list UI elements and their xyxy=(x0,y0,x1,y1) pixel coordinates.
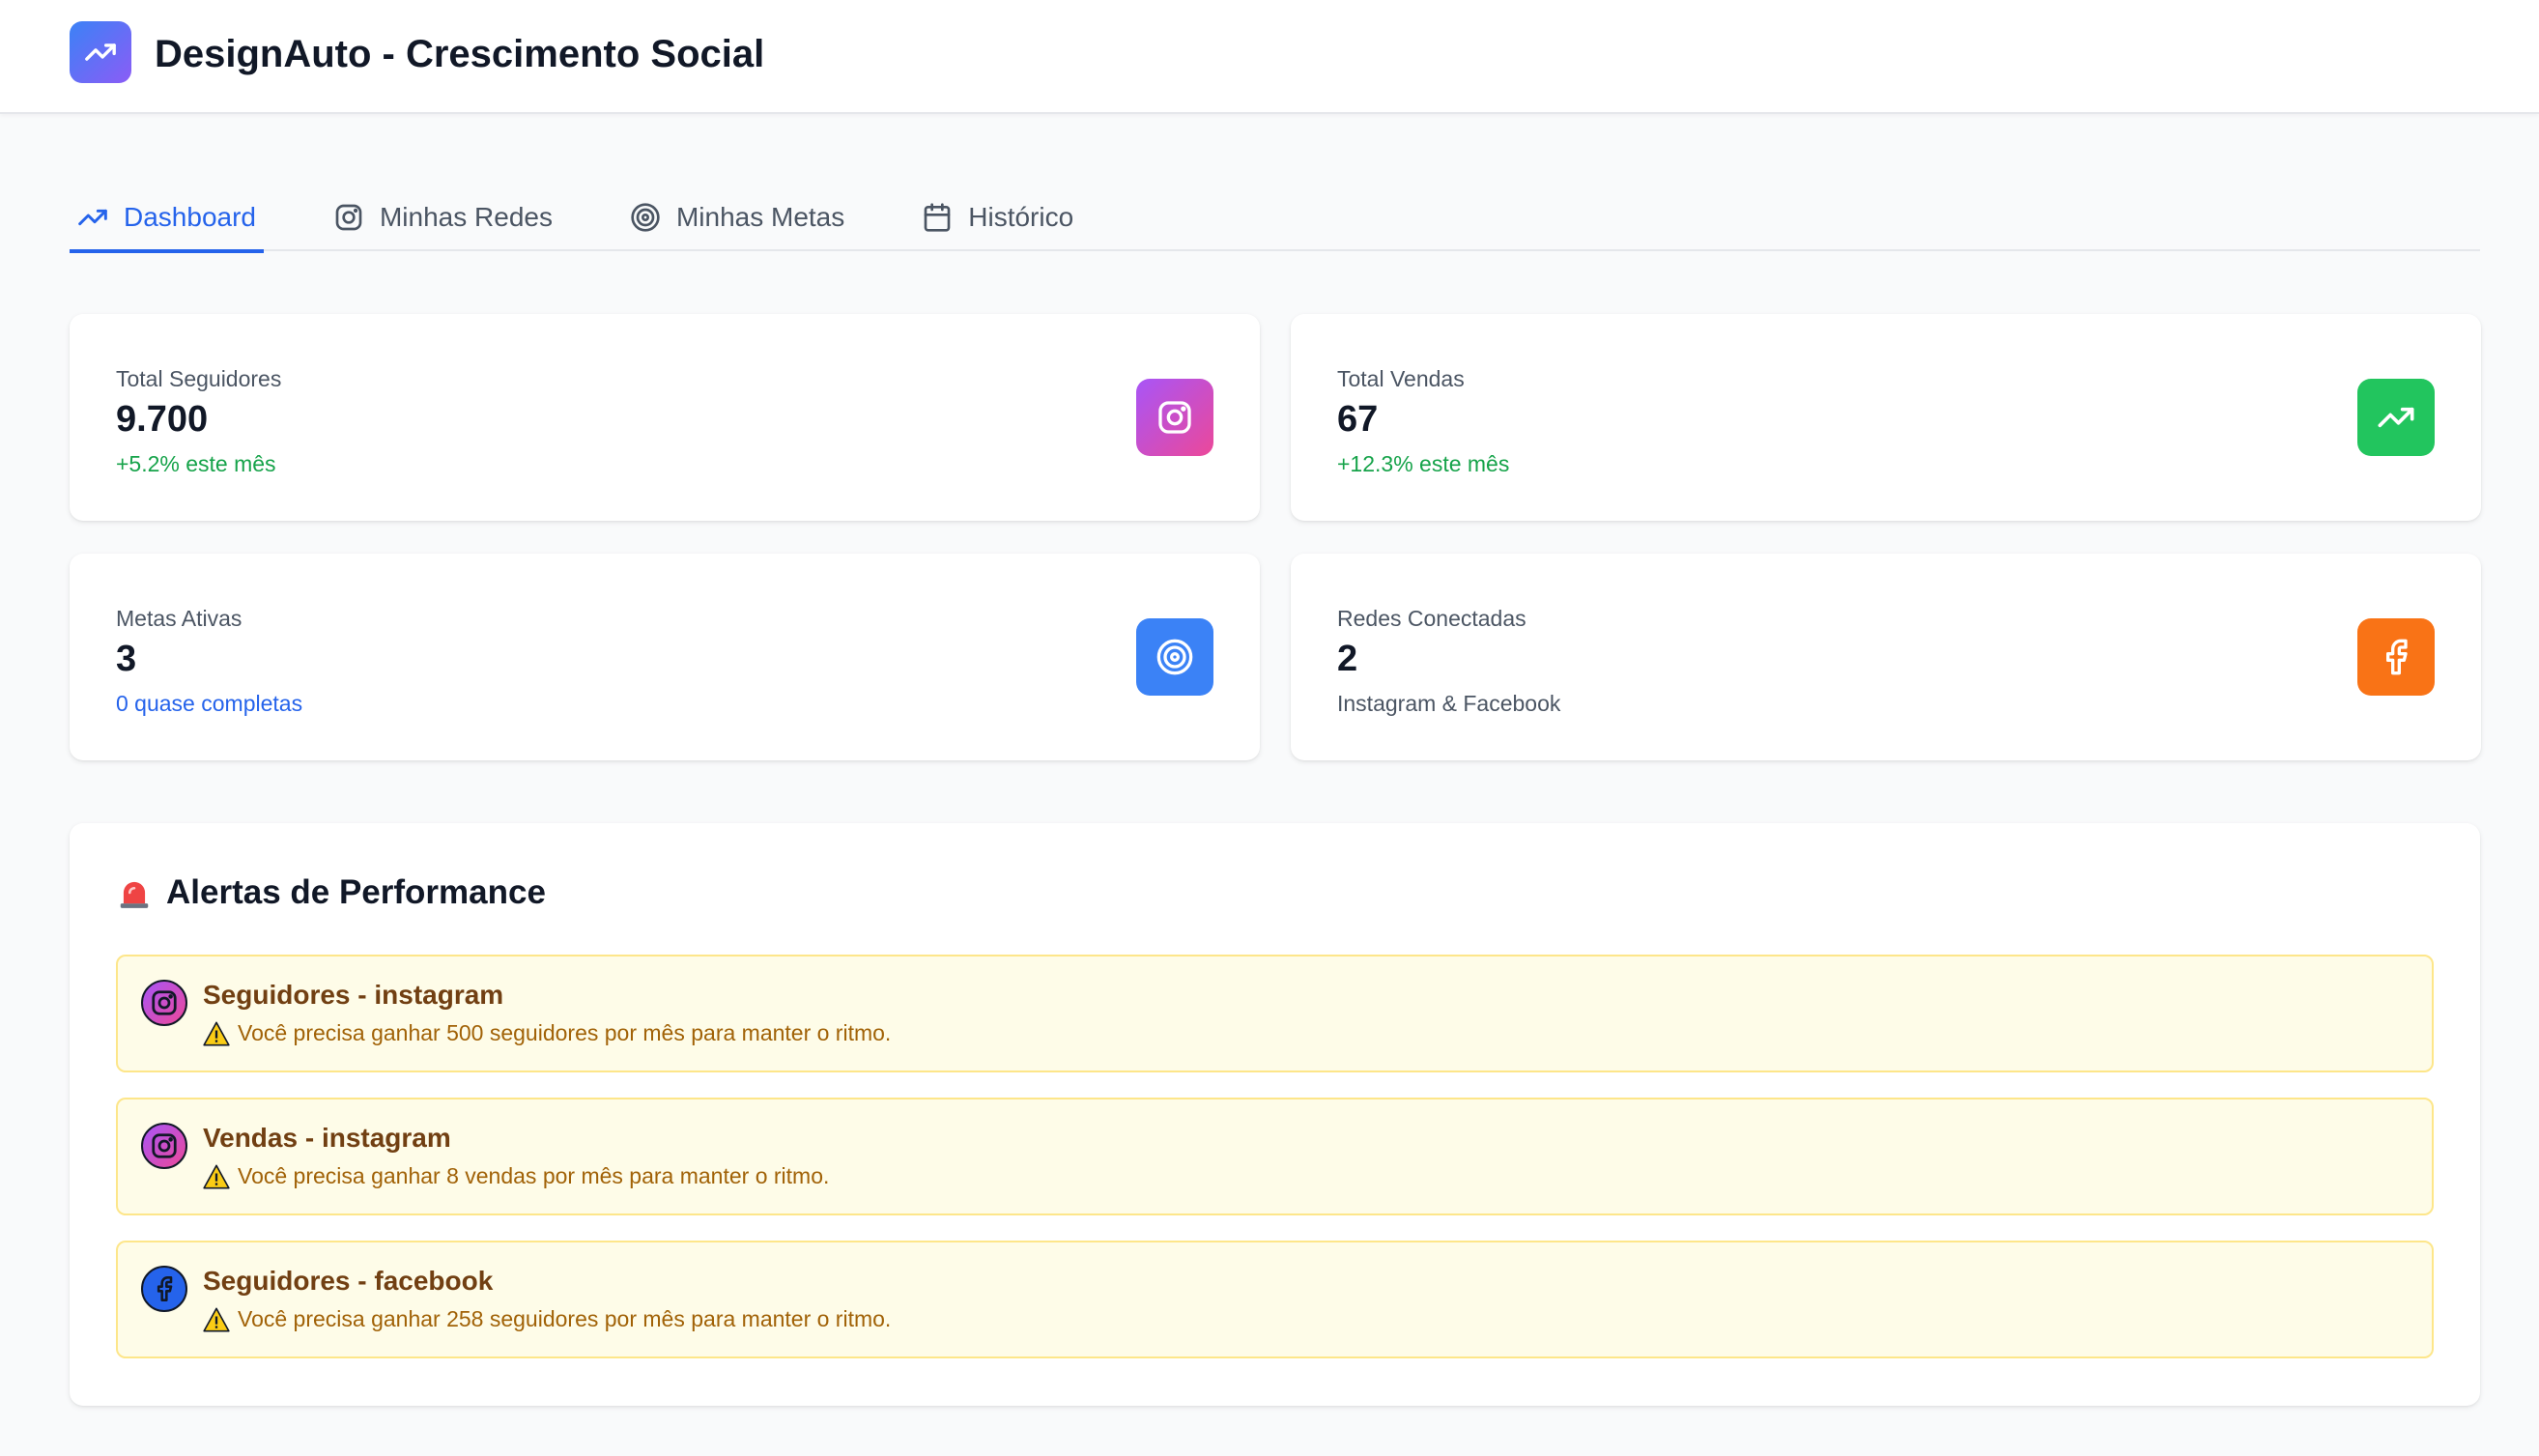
stat-change: +5.2% este mês xyxy=(116,451,276,476)
stat-value: 67 xyxy=(1337,399,1379,440)
alert-message-text: Você precisa ganhar 500 seguidores por m… xyxy=(238,1020,892,1045)
alert-message: Você precisa ganhar 258 seguidores por m… xyxy=(203,1306,891,1332)
stat-label: Total Vendas xyxy=(1337,366,1465,391)
alert-title: Seguidores - facebook xyxy=(203,1266,494,1296)
facebook-icon xyxy=(2386,639,2408,675)
stat-change: +12.3% este mês xyxy=(1337,451,1510,476)
instagram-icon xyxy=(152,990,177,1015)
app-title: DesignAuto - Crescimento Social xyxy=(155,33,765,75)
stat-value: 9.700 xyxy=(116,399,209,440)
stat-sub: 0 quase completas xyxy=(116,691,303,716)
target-icon xyxy=(631,203,660,232)
calendar-icon xyxy=(924,203,951,232)
tab-label: Dashboard xyxy=(124,202,256,232)
stat-badge xyxy=(1136,618,1213,696)
warning-icon xyxy=(203,1307,230,1331)
trending-up-icon xyxy=(85,43,116,61)
target-icon xyxy=(1156,639,1193,675)
trending-up-icon xyxy=(78,209,107,226)
stat-card-redes-conectadas: Redes Conectadas 2 Instagram & Facebook xyxy=(1291,554,2481,760)
tab-minhas-redes[interactable]: Minhas Redes xyxy=(326,184,560,251)
app-logo xyxy=(70,21,131,83)
alert-title: Seguidores - instagram xyxy=(203,980,504,1010)
alert-title: Vendas - instagram xyxy=(203,1123,451,1153)
tab-label: Histórico xyxy=(968,202,1074,232)
stat-badge xyxy=(2357,618,2435,696)
tab-label: Minhas Metas xyxy=(675,202,845,232)
stat-card-total-seguidores: Total Seguidores 9.700 +5.2% este mês xyxy=(70,314,1260,521)
trending-up-icon xyxy=(2378,407,2414,428)
alert-network-badge xyxy=(141,980,187,1026)
instagram-icon xyxy=(152,1133,177,1158)
stat-label: Total Seguidores xyxy=(116,366,282,391)
alert-message: Você precisa ganhar 500 seguidores por m… xyxy=(203,1020,891,1046)
main-tabs: Dashboard Minhas Redes Minhas Metas Hist… xyxy=(70,184,2480,253)
tab-historico[interactable]: Histórico xyxy=(914,184,1081,251)
instagram-icon xyxy=(335,204,362,231)
stat-badge xyxy=(2357,379,2435,456)
facebook-icon xyxy=(157,1276,173,1301)
alert-message-text: Você precisa ganhar 258 seguidores por m… xyxy=(238,1306,892,1331)
performance-alerts-panel: Alertas de Performance Seguidores - inst… xyxy=(70,823,2480,1406)
tab-label: Minhas Redes xyxy=(379,202,553,232)
instagram-icon xyxy=(1158,401,1191,434)
panel-title: Alertas de Performance xyxy=(116,873,546,912)
warning-icon xyxy=(203,1021,230,1045)
stat-value: 3 xyxy=(116,639,137,679)
siren-icon xyxy=(120,881,149,908)
stat-label: Redes Conectadas xyxy=(1337,606,1526,631)
stat-card-total-vendas: Total Vendas 67 +12.3% este mês xyxy=(1291,314,2481,521)
alert-item: Seguidores - instagram Você precisa ganh… xyxy=(116,955,2434,1072)
tab-minhas-metas[interactable]: Minhas Metas xyxy=(622,184,852,251)
alert-item: Vendas - instagram Você precisa ganhar 8… xyxy=(116,1098,2434,1215)
stat-badge xyxy=(1136,379,1213,456)
app-header: DesignAuto - Crescimento Social xyxy=(0,0,2539,114)
panel-title-text: Alertas de Performance xyxy=(166,873,546,911)
alert-message-text: Você precisa ganhar 8 vendas por mês par… xyxy=(238,1163,830,1188)
tab-dashboard[interactable]: Dashboard xyxy=(70,184,264,253)
alert-network-badge xyxy=(141,1123,187,1169)
stat-card-metas-ativas: Metas Ativas 3 0 quase completas xyxy=(70,554,1260,760)
alert-message: Você precisa ganhar 8 vendas por mês par… xyxy=(203,1163,829,1189)
alert-item: Seguidores - facebook Você precisa ganha… xyxy=(116,1241,2434,1358)
alert-network-badge xyxy=(141,1266,187,1312)
stat-sub: Instagram & Facebook xyxy=(1337,691,1561,716)
warning-icon xyxy=(203,1164,230,1188)
stat-value: 2 xyxy=(1337,639,1358,679)
stat-label: Metas Ativas xyxy=(116,606,242,631)
